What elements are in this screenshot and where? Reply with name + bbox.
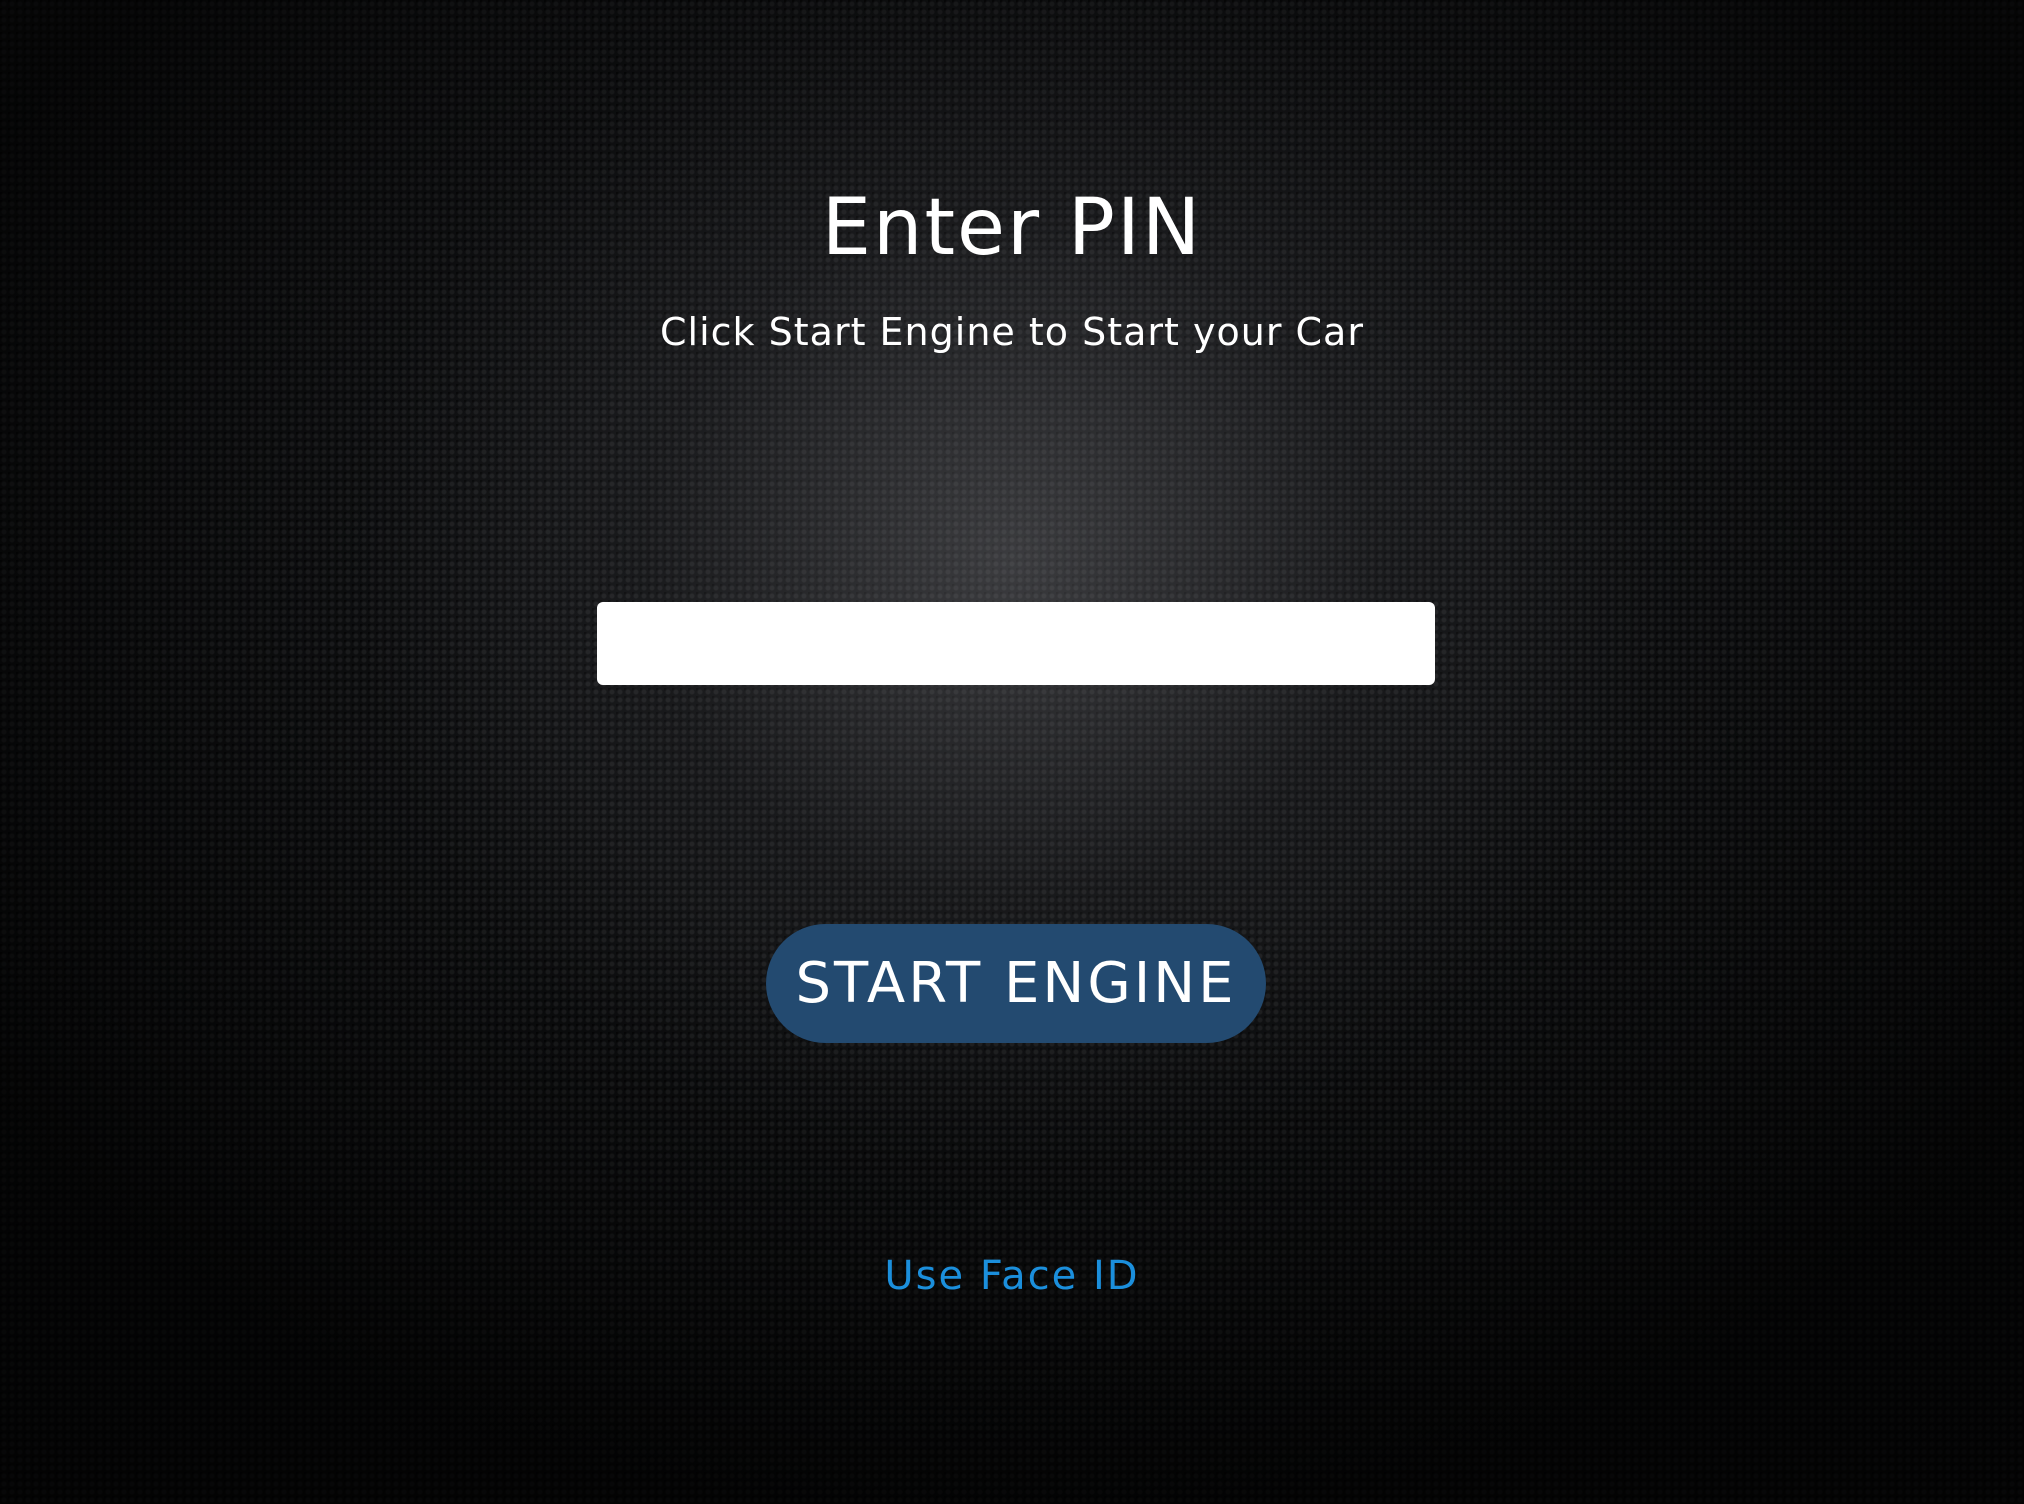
pin-input[interactable]: [597, 602, 1435, 685]
use-face-id-link[interactable]: Use Face ID: [884, 1253, 1139, 1299]
page-subtitle: Click Start Engine to Start your Car: [660, 310, 1364, 354]
page-title: Enter PIN: [821, 183, 1203, 273]
face-id-link-row: Use Face ID: [0, 1250, 2024, 1302]
start-engine-button[interactable]: START ENGINE: [766, 924, 1266, 1043]
